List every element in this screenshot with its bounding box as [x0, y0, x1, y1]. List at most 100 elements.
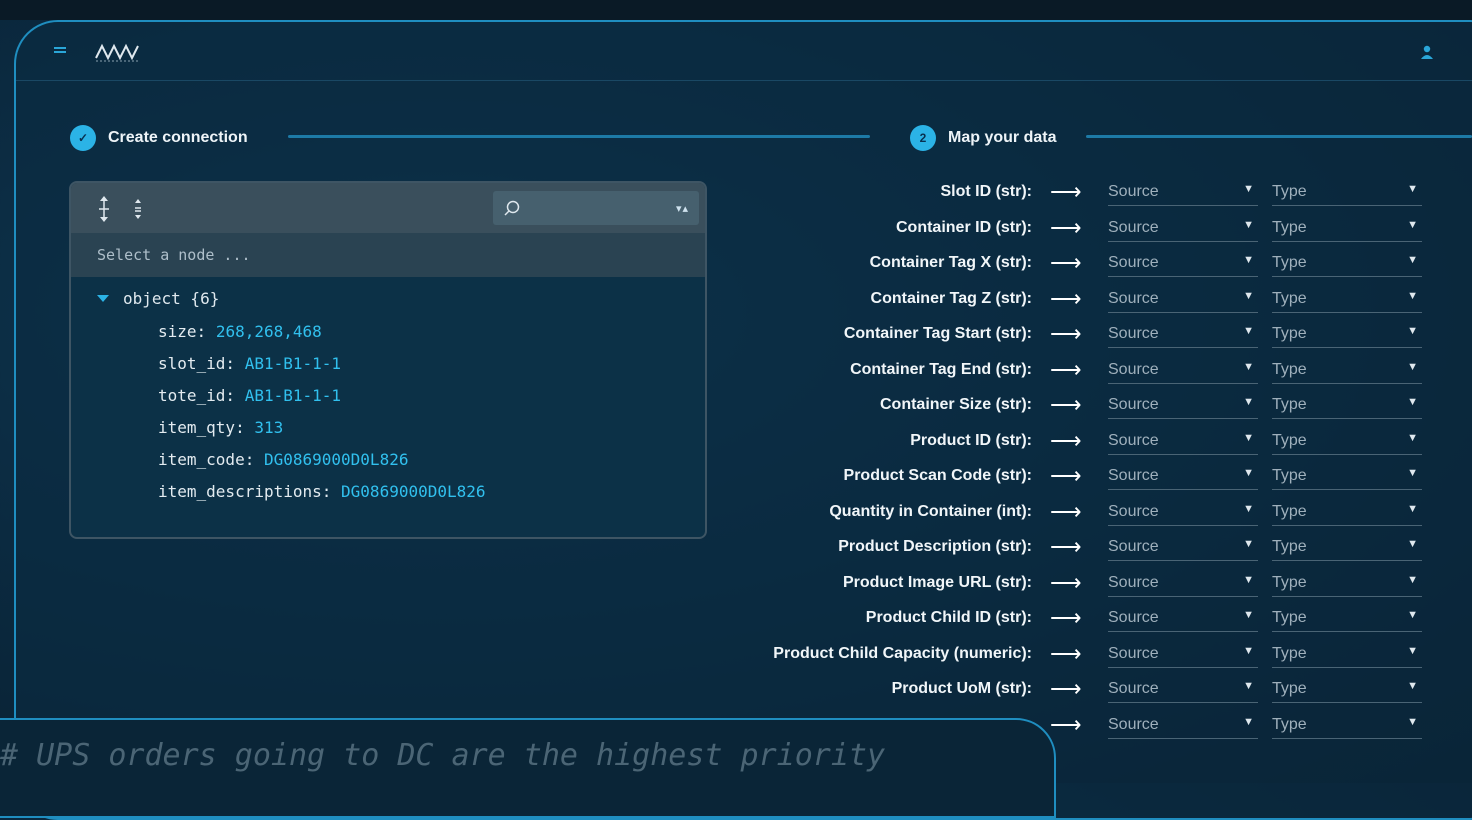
- caret-down-icon: ▼: [1407, 573, 1418, 586]
- caret-down-icon: ▼: [1407, 502, 1418, 515]
- field-name-label: Container Tag Start (str):: [843, 325, 1032, 342]
- source-dropdown[interactable]: Source ▼: [1108, 574, 1258, 597]
- mapping-row: Product UoM (str): ⟶ Source ▼ Type ▼: [0, 674, 1472, 704]
- type-dropdown[interactable]: Type ▼: [1272, 645, 1422, 668]
- type-dropdown[interactable]: Type ▼: [1272, 183, 1422, 206]
- step-label: Create connection: [108, 129, 248, 146]
- source-dropdown[interactable]: Source ▼: [1108, 254, 1258, 277]
- source-dropdown[interactable]: Source ▼: [1108, 361, 1258, 384]
- source-dropdown[interactable]: Source ▼: [1108, 716, 1258, 739]
- mapping-row: Quantity in Container (int): ⟶ Source ▼ Type…: [0, 497, 1472, 527]
- field-name-label: Container Size (str):: [879, 396, 1032, 413]
- source-placeholder: Source: [1108, 467, 1159, 484]
- type-placeholder: Type: [1272, 573, 1307, 591]
- source-dropdown[interactable]: Source ▼: [1108, 609, 1258, 632]
- caret-down-icon: ▼: [1243, 360, 1254, 373]
- arrow-right-icon: ⟶: [1050, 605, 1082, 630]
- caret-down-icon: ▼: [1407, 644, 1418, 657]
- type-placeholder: Type: [1272, 325, 1307, 342]
- step-label: Map your data: [948, 129, 1057, 146]
- source-placeholder: Source: [1108, 644, 1159, 662]
- type-placeholder: Type: [1272, 360, 1307, 378]
- mapping-row: Container Tag End (str): ⟶ Source ▼ Type ▼: [0, 355, 1472, 385]
- type-dropdown[interactable]: Type ▼: [1272, 432, 1422, 455]
- source-dropdown[interactable]: Source ▼: [1108, 538, 1258, 561]
- check-icon: ✓: [70, 125, 96, 151]
- field-name-label: Product Child ID (str):: [865, 609, 1032, 626]
- field-name-label: Container Tag X (str):: [869, 254, 1032, 271]
- source-placeholder: Source: [1108, 715, 1159, 733]
- caret-down-icon: ▼: [1407, 609, 1418, 621]
- type-dropdown[interactable]: Type ▼: [1272, 716, 1422, 739]
- top-band: [0, 0, 1472, 20]
- caret-down-icon: ▼: [1243, 396, 1254, 408]
- user-icon[interactable]: [1420, 44, 1434, 60]
- caret-down-icon: ▼: [1243, 254, 1254, 266]
- source-dropdown[interactable]: Source ▼: [1108, 219, 1258, 242]
- type-dropdown[interactable]: Type ▼: [1272, 219, 1422, 242]
- step-number-badge: 2: [910, 125, 936, 151]
- field-name-label: Container Tag End (str):: [850, 360, 1032, 378]
- source-dropdown[interactable]: Source ▼: [1108, 467, 1258, 490]
- type-dropdown[interactable]: Type ▼: [1272, 680, 1422, 703]
- type-dropdown[interactable]: Type ▼: [1272, 609, 1422, 632]
- source-dropdown[interactable]: Source ▼: [1108, 432, 1258, 455]
- caret-down-icon: ▼: [1407, 431, 1418, 444]
- caret-down-icon: ▼: [1407, 715, 1418, 728]
- caret-down-icon: ▼: [1243, 431, 1254, 444]
- caret-down-icon: ▼: [1407, 538, 1418, 550]
- caret-down-icon: ▼: [1407, 325, 1418, 337]
- type-dropdown[interactable]: Type ▼: [1272, 574, 1422, 597]
- type-placeholder: Type: [1272, 467, 1307, 484]
- caret-down-icon: ▼: [1243, 467, 1254, 479]
- arrow-right-icon: ⟶: [1050, 214, 1082, 240]
- caret-down-icon: ▼: [1243, 573, 1254, 586]
- source-dropdown[interactable]: Source ▼: [1108, 325, 1258, 348]
- type-dropdown[interactable]: Type ▼: [1272, 467, 1422, 490]
- type-placeholder: Type: [1272, 183, 1307, 200]
- mapping-row: Slot ID (str): ⟶ Source ▼ Type ▼: [0, 177, 1472, 207]
- step-map-data[interactable]: 2 Map your data: [910, 124, 1056, 152]
- source-placeholder: Source: [1108, 396, 1159, 413]
- arrow-right-icon: ⟶: [1050, 250, 1082, 275]
- caret-down-icon: ▼: [1243, 183, 1254, 195]
- type-dropdown[interactable]: Type ▼: [1272, 325, 1422, 348]
- mapping-row: Container Tag Z (str): ⟶ Source ▼ Type ▼: [0, 284, 1472, 314]
- field-name-label: Product UoM (str):: [891, 680, 1032, 697]
- prompt-text: # UPS orders going to DC are the highest…: [0, 738, 886, 773]
- brand-logo-icon: [95, 43, 140, 62]
- source-placeholder: Source: [1108, 502, 1159, 520]
- arrow-right-icon: ⟶: [1050, 321, 1082, 346]
- source-dropdown[interactable]: Source ▼: [1108, 645, 1258, 668]
- caret-down-icon: ▼: [1407, 183, 1418, 195]
- caret-down-icon: ▼: [1243, 289, 1254, 302]
- type-dropdown[interactable]: Type ▼: [1272, 254, 1422, 277]
- source-dropdown[interactable]: Source ▼: [1108, 503, 1258, 526]
- mapping-row: Container Tag X (str): ⟶ Source ▼ Type ▼: [0, 248, 1472, 278]
- arrow-right-icon: ⟶: [1050, 640, 1082, 666]
- mapping-row: Product Image URL (str): ⟶ Source ▼ Type ▼: [0, 568, 1472, 598]
- arrow-right-icon: ⟶: [1050, 711, 1082, 737]
- type-dropdown[interactable]: Type ▼: [1272, 503, 1422, 526]
- step-create-connection[interactable]: ✓ Create connection: [70, 124, 248, 152]
- hamburger-icon[interactable]: [54, 47, 66, 57]
- type-placeholder: Type: [1272, 715, 1307, 733]
- caret-down-icon: ▼: [1407, 396, 1418, 408]
- mapping-row: Product Child ID (str): ⟶ Source ▼ Type ▼: [0, 603, 1472, 633]
- type-dropdown[interactable]: Type ▼: [1272, 361, 1422, 384]
- header-divider: [16, 80, 1472, 81]
- type-dropdown[interactable]: Type ▼: [1272, 290, 1422, 313]
- caret-down-icon: ▼: [1243, 680, 1254, 692]
- type-dropdown[interactable]: Type ▼: [1272, 538, 1422, 561]
- type-dropdown[interactable]: Type ▼: [1272, 396, 1422, 419]
- type-placeholder: Type: [1272, 218, 1307, 236]
- caret-down-icon: ▼: [1407, 289, 1418, 302]
- mapping-row: Product Scan Code (str): ⟶ Source ▼ Type ▼: [0, 461, 1472, 491]
- step-progress-line: [288, 135, 870, 138]
- caret-down-icon: ▼: [1407, 218, 1418, 231]
- source-dropdown[interactable]: Source ▼: [1108, 290, 1258, 313]
- caret-down-icon: ▼: [1407, 254, 1418, 266]
- source-dropdown[interactable]: Source ▼: [1108, 396, 1258, 419]
- source-dropdown[interactable]: Source ▼: [1108, 183, 1258, 206]
- source-dropdown[interactable]: Source ▼: [1108, 680, 1258, 703]
